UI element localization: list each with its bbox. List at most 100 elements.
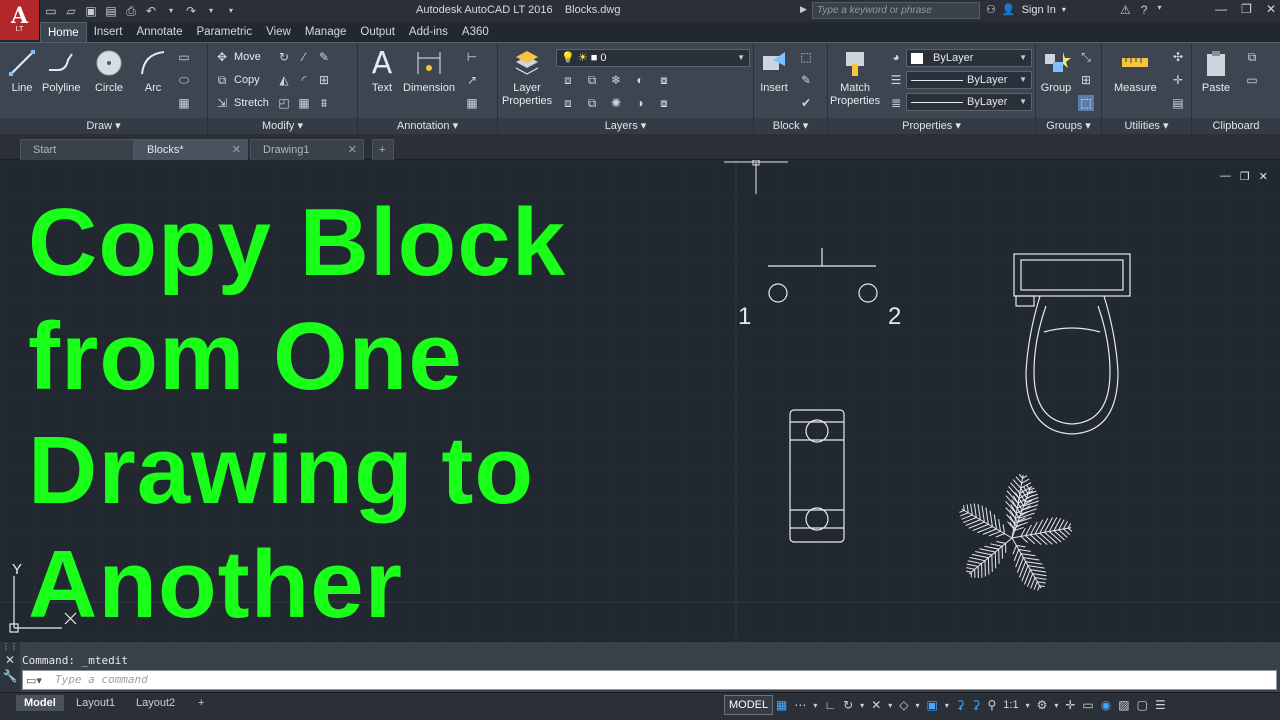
layer-lock-icon[interactable]: ⧇ xyxy=(656,72,672,88)
workspace-dropdown-icon[interactable]: ▾ xyxy=(1054,701,1058,710)
autoscale-icon[interactable]: ⚳ xyxy=(972,698,981,712)
annotation-monitor-icon[interactable]: ✛ xyxy=(1065,698,1075,712)
application-menu-button[interactable]: A LT xyxy=(0,0,40,40)
layout-tab-model[interactable]: Model xyxy=(16,695,64,711)
file-tab-blocks[interactable]: Blocks* ✕ xyxy=(134,139,248,160)
restore-icon[interactable]: ❐ xyxy=(1241,2,1252,16)
search-input[interactable]: Type a keyword or phrase xyxy=(812,2,980,19)
quick-select-tool[interactable]: ✣ xyxy=(1170,49,1186,65)
layer-freeze-icon[interactable]: ❄ xyxy=(608,72,624,88)
polar-toggle-icon[interactable]: ↻ xyxy=(843,698,853,712)
customize-qat-icon[interactable]: ▾ xyxy=(224,4,238,18)
help-icon[interactable]: ? xyxy=(1141,3,1148,17)
redo-icon[interactable]: ↷ xyxy=(184,4,198,18)
line-tool[interactable]: Line xyxy=(6,47,38,94)
minimize-icon[interactable]: — xyxy=(1215,2,1227,16)
hardware-acceleration-icon[interactable]: ◉ xyxy=(1101,698,1111,712)
groups-panel-title[interactable]: Groups ▾ xyxy=(1036,118,1101,135)
circle-tool[interactable]: Circle xyxy=(93,47,125,94)
units-icon[interactable]: ▭ xyxy=(1082,698,1093,712)
group-tool[interactable]: Group xyxy=(1040,47,1072,94)
layer-unisolate-icon[interactable]: ⧈ xyxy=(560,95,576,111)
layer-current-icon[interactable]: ⧉ xyxy=(584,95,600,111)
block-panel-title[interactable]: Block ▾ xyxy=(754,118,827,135)
close-icon[interactable]: ✕ xyxy=(1266,2,1276,16)
isodraft-toggle-icon[interactable]: ✕ xyxy=(871,698,881,712)
layer-dropdown[interactable]: 💡 ☀ ■ 0 ▼ xyxy=(556,49,750,67)
trim-icon[interactable]: ⁄ xyxy=(296,49,312,65)
tab-view[interactable]: View xyxy=(259,22,298,42)
annotation-scale-icon[interactable]: ⚲ xyxy=(987,698,996,712)
hatch-tool[interactable]: ▦ xyxy=(176,95,192,111)
command-prompt-icon[interactable]: ▭▾ xyxy=(26,674,42,687)
layer-unlock-icon[interactable]: ⧇ xyxy=(656,95,672,111)
clean-screen-icon[interactable]: ▢ xyxy=(1137,698,1148,712)
copy-tool[interactable]: ⧉ Copy xyxy=(214,72,260,88)
grid-toggle-icon[interactable]: ▦ xyxy=(776,698,787,712)
mirror-tool[interactable]: ◭ ◜ ⊞ xyxy=(276,72,332,88)
utilities-panel-title[interactable]: Utilities ▾ xyxy=(1102,118,1191,135)
account-area[interactable]: ⚇ 👤 Sign In ▾ xyxy=(986,3,1066,17)
save-as-icon[interactable]: ▤ xyxy=(104,4,118,18)
file-tab-start[interactable]: Start xyxy=(20,139,134,160)
ungroup-tool[interactable]: ⤡ xyxy=(1078,49,1094,65)
rectangle-tool[interactable]: ▭ xyxy=(176,49,192,65)
block-attr-tool[interactable]: ✔ xyxy=(798,95,814,111)
erase-icon[interactable]: ✎ xyxy=(316,49,332,65)
viewport-close-icon[interactable]: ✕ xyxy=(1259,170,1268,183)
close-command-icon[interactable]: ✕ xyxy=(0,652,20,668)
sign-in-dropdown-icon[interactable]: ▾ xyxy=(1062,5,1066,14)
command-line-handle[interactable]: ⋮⋮ ✕ 🔧 xyxy=(0,642,20,692)
otrack-toggle-icon[interactable]: ▣ xyxy=(927,698,938,712)
polar-dropdown-icon[interactable]: ▾ xyxy=(860,701,864,710)
undo-icon[interactable]: ↶ xyxy=(144,4,158,18)
plot-icon[interactable]: ⎙ xyxy=(124,4,138,18)
copy-clip-tool[interactable]: ▭ xyxy=(1244,72,1260,88)
tab-home[interactable]: Home xyxy=(40,22,87,42)
table-tool[interactable]: ▦ xyxy=(464,95,480,111)
layer-off-icon[interactable]: ◐ xyxy=(632,72,648,88)
workspace-gear-icon[interactable]: ⚙ xyxy=(1037,698,1048,712)
wrench-icon[interactable]: 🔧 xyxy=(0,668,20,684)
lineweight-dropdown[interactable]: ByLayer ▼ xyxy=(906,93,1032,111)
offset-icon[interactable]: ⩩ xyxy=(316,95,332,111)
tab-parametric[interactable]: Parametric xyxy=(190,22,260,42)
dimension-tool[interactable]: Dimension xyxy=(403,47,455,94)
autodesk-app-store-icon[interactable]: ⚠ xyxy=(1120,3,1131,17)
properties-panel-title[interactable]: Properties ▾ xyxy=(828,118,1035,135)
text-tool[interactable]: A Text xyxy=(366,46,398,95)
new-tab-button[interactable]: + xyxy=(372,139,394,160)
fillet-icon[interactable]: ◜ xyxy=(296,72,312,88)
isodraft-dropdown-icon[interactable]: ▾ xyxy=(888,701,892,710)
rotate-tool[interactable]: ↻ ⁄ ✎ xyxy=(276,49,332,65)
snap-toggle-icon[interactable]: ⋯ xyxy=(794,698,806,712)
ortho-toggle-icon[interactable]: ∟ xyxy=(824,698,836,712)
annotation-visibility-icon[interactable]: ⚳ xyxy=(956,698,965,712)
undo-dropdown-icon[interactable]: ▾ xyxy=(164,4,178,18)
command-input[interactable]: Type a command xyxy=(22,670,1277,690)
group-selection-tool[interactable]: ⬚ xyxy=(1078,95,1094,111)
tab-a360[interactable]: A360 xyxy=(455,22,496,42)
new-file-icon[interactable]: ▭ xyxy=(44,4,58,18)
isolate-objects-icon[interactable]: ▨ xyxy=(1118,698,1129,712)
insert-block-tool[interactable]: Insert xyxy=(758,47,790,94)
linear-dim-tool[interactable]: ⊢ xyxy=(464,49,480,65)
layer-match-icon[interactable]: ⧉ xyxy=(584,72,600,88)
calculator-tool[interactable]: ▤ xyxy=(1170,95,1186,111)
tab-add-ins[interactable]: Add-ins xyxy=(402,22,455,42)
clipboard-panel-title[interactable]: Clipboard xyxy=(1192,118,1280,135)
layers-panel-title[interactable]: Layers ▾ xyxy=(498,118,753,135)
tab-output[interactable]: Output xyxy=(353,22,402,42)
close-tab-icon[interactable]: ✕ xyxy=(348,140,357,160)
color-dropdown[interactable]: ByLayer ▼ xyxy=(906,49,1032,67)
tab-manage[interactable]: Manage xyxy=(298,22,354,42)
scale-tool[interactable]: ◰ ▦ ⩩ xyxy=(276,95,332,111)
help-dropdown-icon[interactable]: ▾ xyxy=(1157,3,1161,17)
viewport-restore-icon[interactable]: ❐ xyxy=(1240,170,1250,183)
annotation-panel-title[interactable]: Annotation ▾ xyxy=(358,118,497,135)
snap-dropdown-icon[interactable]: ▾ xyxy=(813,701,817,710)
draw-panel-title[interactable]: Draw ▾ xyxy=(0,118,207,135)
measure-tool[interactable]: Measure xyxy=(1114,47,1157,94)
layout-tab-layout1[interactable]: Layout1 xyxy=(68,695,123,711)
array-icon[interactable]: ▦ xyxy=(296,95,312,111)
